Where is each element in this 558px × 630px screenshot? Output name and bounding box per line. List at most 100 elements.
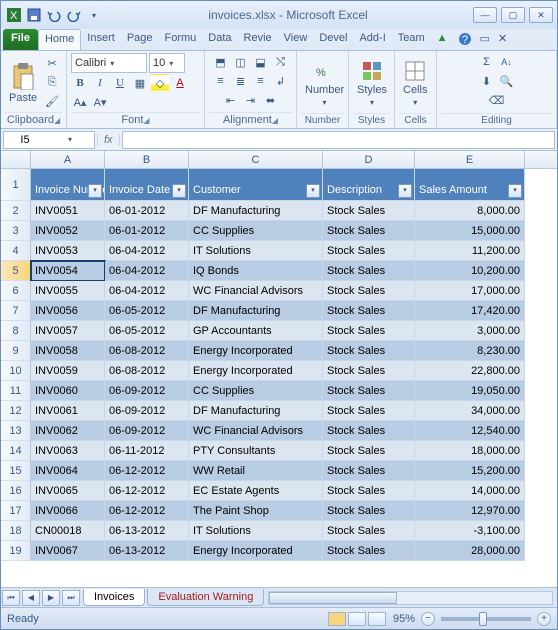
- cell[interactable]: INV0052: [31, 221, 105, 241]
- cell[interactable]: 06-09-2012: [105, 401, 189, 421]
- bold-button[interactable]: B: [71, 74, 89, 92]
- cell[interactable]: 15,200.00: [415, 461, 525, 481]
- row-header[interactable]: 14: [1, 441, 31, 461]
- cell[interactable]: Stock Sales: [323, 461, 415, 481]
- qat-more-icon[interactable]: ▾: [85, 6, 103, 24]
- fill-icon[interactable]: ⬇: [478, 72, 496, 90]
- cell[interactable]: WC Financial Advisors: [189, 421, 323, 441]
- sheet-nav-last[interactable]: ⏭: [62, 590, 80, 606]
- row-header[interactable]: 13: [1, 421, 31, 441]
- copy-icon[interactable]: ⎘: [43, 74, 61, 92]
- sheet-nav-first[interactable]: ⏮: [2, 590, 20, 606]
- cell[interactable]: Stock Sales: [323, 201, 415, 221]
- fill-color-button[interactable]: ◇: [151, 74, 169, 92]
- tab-team[interactable]: Team: [392, 29, 431, 50]
- cell[interactable]: INV0059: [31, 361, 105, 381]
- table-header[interactable]: Customer▾: [189, 169, 323, 201]
- row-header[interactable]: 19: [1, 541, 31, 561]
- save-icon[interactable]: [25, 6, 43, 24]
- cell[interactable]: 06-01-2012: [105, 221, 189, 241]
- table-header[interactable]: Description▾: [323, 169, 415, 201]
- cell[interactable]: WC Financial Advisors: [189, 281, 323, 301]
- cell[interactable]: 06-08-2012: [105, 341, 189, 361]
- cell[interactable]: Stock Sales: [323, 241, 415, 261]
- grid-rows[interactable]: 1Invoice Number▾Invoice Date▾Customer▾De…: [1, 169, 557, 587]
- close-button[interactable]: ✕: [529, 7, 553, 23]
- tab-revie[interactable]: Revie: [238, 29, 278, 50]
- cell[interactable]: 06-11-2012: [105, 441, 189, 461]
- dialog-launcher-icon[interactable]: ◢: [143, 116, 149, 125]
- row-header[interactable]: 12: [1, 401, 31, 421]
- cell[interactable]: 8,230.00: [415, 341, 525, 361]
- select-all-corner[interactable]: [1, 151, 31, 168]
- cell[interactable]: 06-01-2012: [105, 201, 189, 221]
- cell[interactable]: 22,800.00: [415, 361, 525, 381]
- row-header[interactable]: 18: [1, 521, 31, 541]
- tab-data[interactable]: Data: [202, 29, 237, 50]
- table-header[interactable]: Invoice Number▾: [31, 169, 105, 201]
- row-header[interactable]: 2: [1, 201, 31, 221]
- increase-indent-icon[interactable]: ⇥: [242, 91, 260, 109]
- row-header[interactable]: 10: [1, 361, 31, 381]
- cell[interactable]: INV0064: [31, 461, 105, 481]
- cell[interactable]: 10,200.00: [415, 261, 525, 281]
- wrap-text-icon[interactable]: ↲: [272, 72, 290, 90]
- cell[interactable]: INV0063: [31, 441, 105, 461]
- filter-dropdown-icon[interactable]: ▾: [508, 184, 522, 198]
- styles-button[interactable]: Styles▾: [353, 58, 391, 109]
- cell[interactable]: The Paint Shop: [189, 501, 323, 521]
- tab-devel[interactable]: Devel: [313, 29, 353, 50]
- page-layout-view-button[interactable]: [348, 612, 366, 626]
- row-header[interactable]: 9: [1, 341, 31, 361]
- cell[interactable]: INV0061: [31, 401, 105, 421]
- zoom-level[interactable]: 95%: [393, 613, 415, 625]
- cell[interactable]: DF Manufacturing: [189, 301, 323, 321]
- cell[interactable]: INV0056: [31, 301, 105, 321]
- cell[interactable]: 19,050.00: [415, 381, 525, 401]
- cell[interactable]: DF Manufacturing: [189, 401, 323, 421]
- cell[interactable]: 14,000.00: [415, 481, 525, 501]
- cell[interactable]: 06-09-2012: [105, 421, 189, 441]
- formula-input[interactable]: [122, 131, 555, 149]
- cell[interactable]: 06-05-2012: [105, 321, 189, 341]
- cell[interactable]: CC Supplies: [189, 221, 323, 241]
- font-family-combo[interactable]: Calibri▾: [71, 53, 147, 73]
- row-header[interactable]: 6: [1, 281, 31, 301]
- zoom-in-button[interactable]: +: [537, 612, 551, 626]
- sheet-tab[interactable]: Invoices: [83, 589, 145, 606]
- help-icon[interactable]: ?: [454, 29, 476, 50]
- cell[interactable]: Energy Incorporated: [189, 361, 323, 381]
- tab-home[interactable]: Home: [38, 29, 81, 50]
- cell[interactable]: DF Manufacturing: [189, 201, 323, 221]
- border-button[interactable]: ▦: [131, 74, 149, 92]
- zoom-out-button[interactable]: −: [421, 612, 435, 626]
- cell[interactable]: 06-05-2012: [105, 301, 189, 321]
- cell[interactable]: Stock Sales: [323, 481, 415, 501]
- cell[interactable]: INV0067: [31, 541, 105, 561]
- tab-add-i[interactable]: Add-I: [353, 29, 391, 50]
- filter-dropdown-icon[interactable]: ▾: [306, 184, 320, 198]
- filter-dropdown-icon[interactable]: ▾: [172, 184, 186, 198]
- cell[interactable]: INV0062: [31, 421, 105, 441]
- column-header[interactable]: C: [189, 151, 323, 168]
- window-restore-icon[interactable]: ▭: [476, 29, 494, 50]
- row-header[interactable]: 17: [1, 501, 31, 521]
- row-header[interactable]: 1: [1, 169, 31, 201]
- align-middle-icon[interactable]: ◫: [232, 53, 250, 71]
- column-header[interactable]: E: [415, 151, 525, 168]
- cell[interactable]: 12,970.00: [415, 501, 525, 521]
- zoom-slider[interactable]: [441, 617, 531, 621]
- cell[interactable]: 28,000.00: [415, 541, 525, 561]
- cell[interactable]: 06-04-2012: [105, 261, 189, 281]
- cell[interactable]: INV0060: [31, 381, 105, 401]
- cell[interactable]: Stock Sales: [323, 521, 415, 541]
- cell[interactable]: 06-04-2012: [105, 281, 189, 301]
- row-header[interactable]: 5: [1, 261, 31, 281]
- tab-file[interactable]: File: [3, 29, 38, 50]
- cell[interactable]: CN00018: [31, 521, 105, 541]
- dialog-launcher-icon[interactable]: ◢: [54, 116, 60, 125]
- cell[interactable]: CC Supplies: [189, 381, 323, 401]
- cell[interactable]: 17,420.00: [415, 301, 525, 321]
- name-box[interactable]: I5▾: [3, 131, 95, 149]
- cell[interactable]: 06-08-2012: [105, 361, 189, 381]
